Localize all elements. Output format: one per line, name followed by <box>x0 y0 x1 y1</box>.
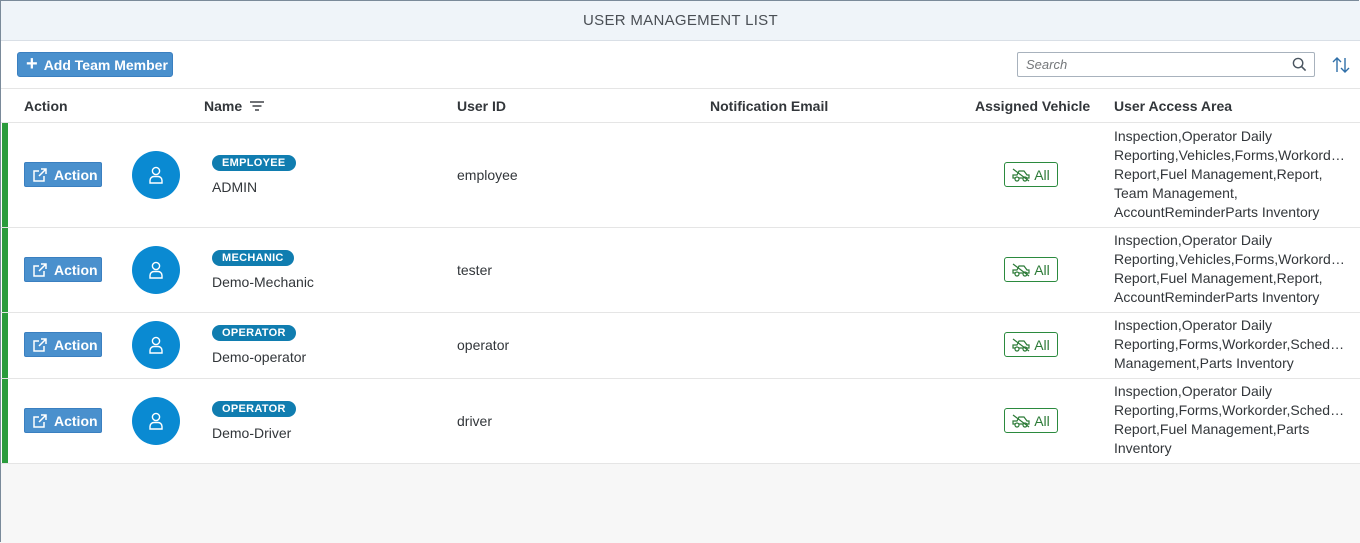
role-badge: MECHANIC <box>212 250 294 266</box>
action-button-label: Action <box>54 261 98 278</box>
person-icon <box>149 412 163 430</box>
column-header-assigned-vehicle: Assigned Vehicle <box>975 98 1091 114</box>
search-input[interactable] <box>1018 54 1288 75</box>
vehicle-icon <box>1012 168 1030 182</box>
access-line: Inventory <box>1114 440 1172 456</box>
action-button[interactable]: Action <box>24 408 102 433</box>
vehicle-icon <box>1012 338 1030 352</box>
toolbar: + Add Team Member <box>1 41 1360 89</box>
access-line: Reporting,Forms,Workorder,Schedule <box>1114 402 1346 418</box>
person-icon <box>149 261 163 279</box>
external-link-icon <box>33 413 47 428</box>
search-icon[interactable] <box>1288 57 1310 72</box>
access-line: Management,Parts Inventory <box>1114 355 1294 371</box>
access-line: Inspection,Operator Daily <box>1114 128 1272 144</box>
external-link-icon <box>33 337 47 352</box>
access-line: Inspection,Operator Daily <box>1114 317 1272 333</box>
row-status-indicator <box>2 228 8 312</box>
access-line: Report,Fuel Management,Report, <box>1114 166 1323 182</box>
role-badge: EMPLOYEE <box>212 155 296 171</box>
table-header: Action Name User ID Notification Email A… <box>1 89 1360 123</box>
table-row[interactable]: Action MECHANIC Demo-Mechanic tester All… <box>1 228 1360 313</box>
table-row[interactable]: Action EMPLOYEE ADMIN employee All Inspe… <box>1 123 1360 228</box>
column-header-user-id: User ID <box>457 98 507 114</box>
column-header-name-label: Name <box>204 98 243 114</box>
vehicle-icon <box>1012 414 1030 428</box>
page-title-text: USER MANAGEMENT LIST <box>583 12 778 29</box>
access-line: Reporting,Forms,Workorder,Schedule <box>1114 336 1346 352</box>
column-header-notification-email: Notification Email <box>710 98 829 114</box>
assigned-vehicle-label: All <box>1034 412 1050 429</box>
column-header-action: Action <box>24 98 68 114</box>
action-button[interactable]: Action <box>24 332 102 357</box>
avatar <box>132 397 180 445</box>
user-id: employee <box>457 167 518 183</box>
access-line: Report,Fuel Management,Parts <box>1114 421 1310 437</box>
person-icon <box>149 336 163 354</box>
assigned-vehicle-button[interactable]: All <box>1004 332 1058 357</box>
user-name: Demo-operator <box>212 349 307 365</box>
user-id: driver <box>457 413 493 429</box>
avatar <box>132 321 180 369</box>
assigned-vehicle-button[interactable]: All <box>1004 408 1058 433</box>
assigned-vehicle-button[interactable]: All <box>1004 162 1058 187</box>
row-status-indicator <box>2 313 8 378</box>
user-id: operator <box>457 337 510 353</box>
access-line: Team Management, <box>1114 185 1238 201</box>
access-line: Inspection,Operator Daily <box>1114 383 1272 399</box>
external-link-icon <box>33 167 47 182</box>
avatar <box>132 151 180 199</box>
assigned-vehicle-label: All <box>1034 261 1050 278</box>
action-button-label: Action <box>54 166 98 183</box>
user-access-area: Inspection,Operator Daily Reporting,Vehi… <box>1114 231 1346 307</box>
user-id: tester <box>457 262 493 278</box>
column-header-user-access-area: User Access Area <box>1114 98 1233 114</box>
table-row[interactable]: Action OPERATOR Demo-operator operator A… <box>1 313 1360 379</box>
user-name: ADMIN <box>212 179 258 195</box>
search-box <box>1017 52 1315 77</box>
access-line: AccountReminderParts Inventory <box>1114 204 1320 220</box>
action-button-label: Action <box>54 336 98 353</box>
role-badge: OPERATOR <box>212 401 296 417</box>
person-icon <box>149 166 163 184</box>
row-status-indicator <box>2 379 8 463</box>
add-team-member-button[interactable]: + Add Team Member <box>17 52 173 77</box>
add-team-member-label: Add Team Member <box>43 56 168 73</box>
vehicle-icon <box>1012 263 1030 277</box>
sort-icon[interactable] <box>1329 54 1353 76</box>
filter-icon[interactable] <box>250 98 265 114</box>
user-name: Demo-Driver <box>212 425 292 441</box>
role-badge: OPERATOR <box>212 325 296 341</box>
table-row[interactable]: Action OPERATOR Demo-Driver driver All I… <box>1 379 1360 464</box>
access-line: Inspection,Operator Daily <box>1114 232 1272 248</box>
external-link-icon <box>33 262 47 277</box>
assigned-vehicle-button[interactable]: All <box>1004 257 1058 282</box>
action-button[interactable]: Action <box>24 162 102 187</box>
user-access-area: Inspection,Operator Daily Reporting,Vehi… <box>1114 127 1346 222</box>
user-access-area: Inspection,Operator Daily Reporting,Form… <box>1114 382 1346 458</box>
access-line: Reporting,Vehicles,Forms,Workorder,Sched… <box>1114 147 1346 163</box>
action-button-label: Action <box>54 412 98 429</box>
page-title: USER MANAGEMENT LIST <box>1 1 1360 41</box>
plus-icon: + <box>26 52 38 75</box>
access-line: Report,Fuel Management,Report, <box>1114 270 1323 286</box>
access-line: Reporting,Vehicles,Forms,Workorder,Sched… <box>1114 251 1346 267</box>
assigned-vehicle-label: All <box>1034 166 1050 183</box>
avatar <box>132 246 180 294</box>
action-button[interactable]: Action <box>24 257 102 282</box>
column-header-name[interactable]: Name <box>204 98 265 114</box>
user-name: Demo-Mechanic <box>212 274 314 290</box>
user-access-area: Inspection,Operator Daily Reporting,Form… <box>1114 316 1346 373</box>
assigned-vehicle-label: All <box>1034 336 1050 353</box>
access-line: AccountReminderParts Inventory <box>1114 289 1320 305</box>
row-status-indicator <box>2 123 8 227</box>
